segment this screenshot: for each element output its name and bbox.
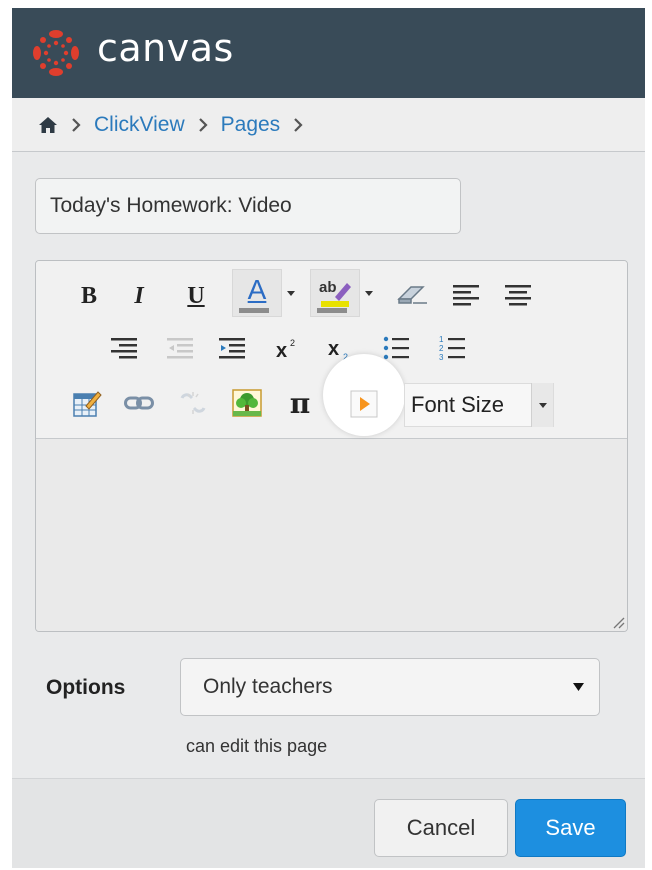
clear-formatting-button[interactable] xyxy=(392,275,432,315)
numbered-list-icon: 123 xyxy=(439,335,465,361)
insert-math-button[interactable]: π xyxy=(282,383,318,423)
unlink-icon xyxy=(180,392,206,414)
font-size-dropdown[interactable]: Font Size xyxy=(404,383,554,427)
indent-button[interactable] xyxy=(214,329,250,367)
background-color-icon: ab xyxy=(319,279,351,307)
svg-text:1: 1 xyxy=(439,335,444,344)
svg-text:ab: ab xyxy=(319,279,337,296)
bold-button[interactable]: B xyxy=(74,279,104,313)
brand-name: canvas xyxy=(97,26,234,70)
caret-down-icon xyxy=(287,290,295,296)
italic-button[interactable]: I xyxy=(124,279,154,313)
align-right-button[interactable] xyxy=(106,329,142,367)
caret-down-icon xyxy=(365,290,373,296)
page-editor-frame: canvas ClickView Pages B I xyxy=(12,8,645,868)
clickview-video-button[interactable] xyxy=(346,386,382,422)
chevron-right-icon xyxy=(70,115,82,135)
italic-icon: I xyxy=(134,282,144,309)
editor-toolbar: B I U A ab x 2 x 2 1 2 3 π Font Size xyxy=(36,261,627,439)
rich-text-editor: B I U A ab x 2 x 2 1 2 3 π Font Size xyxy=(35,260,628,632)
save-button[interactable]: Save xyxy=(515,799,626,857)
underline-icon: U xyxy=(187,282,205,309)
superscript-icon: x 2 xyxy=(276,338,295,361)
align-center-icon xyxy=(505,285,531,306)
breadcrumb: ClickView Pages xyxy=(12,98,645,152)
caret-down-icon xyxy=(563,677,593,697)
indent-icon xyxy=(219,338,245,359)
numbered-list-button[interactable]: 123 xyxy=(434,329,470,367)
align-right-icon xyxy=(111,338,137,359)
eraser-icon xyxy=(397,286,427,304)
edit-table-icon xyxy=(73,391,102,417)
outdent-button[interactable] xyxy=(162,329,198,367)
app-header: canvas xyxy=(12,8,645,98)
background-color-dropdown[interactable] xyxy=(362,273,376,313)
home-icon[interactable] xyxy=(38,116,58,134)
text-color-dropdown[interactable] xyxy=(284,273,298,313)
insert-image-button[interactable] xyxy=(228,383,266,423)
edit-table-button[interactable] xyxy=(68,383,106,423)
cancel-button[interactable]: Cancel xyxy=(374,799,508,857)
insert-link-button[interactable] xyxy=(120,383,158,423)
caret-down-icon xyxy=(538,402,547,408)
align-center-button[interactable] xyxy=(500,275,536,315)
svg-text:2: 2 xyxy=(439,344,444,353)
clickview-play-icon xyxy=(350,390,378,418)
bullet-list-icon xyxy=(383,336,409,360)
svg-text:2: 2 xyxy=(290,338,295,348)
options-selected-value: Only teachers xyxy=(203,675,333,698)
page-title-input[interactable] xyxy=(35,178,461,234)
breadcrumb-item-pages[interactable]: Pages xyxy=(221,113,281,137)
svg-text:x: x xyxy=(276,340,287,361)
chevron-right-icon xyxy=(197,115,209,135)
edit-permissions-select[interactable]: Only teachers xyxy=(180,658,600,716)
outdent-icon xyxy=(167,338,193,359)
form-footer: Cancel Save xyxy=(12,778,645,868)
text-color-button[interactable]: A xyxy=(232,269,282,317)
breadcrumb-item-clickview[interactable]: ClickView xyxy=(94,113,185,137)
background-color-button[interactable]: ab xyxy=(310,269,360,317)
bold-icon: B xyxy=(80,282,97,309)
options-hint: can edit this page xyxy=(186,736,328,756)
link-icon xyxy=(124,396,154,410)
chevron-right-icon xyxy=(292,115,304,135)
resize-handle-icon[interactable] xyxy=(611,615,625,629)
superscript-button[interactable]: x 2 xyxy=(270,329,306,367)
background-color-swatch xyxy=(317,308,347,313)
font-size-label: Font Size xyxy=(411,392,504,417)
text-color-swatch xyxy=(239,308,269,313)
math-pi-icon: π xyxy=(289,386,311,420)
options-label: Options xyxy=(46,676,126,699)
unlink-button[interactable] xyxy=(174,383,212,423)
svg-text:x: x xyxy=(328,338,339,360)
editor-content-area[interactable] xyxy=(36,440,627,631)
text-color-icon: A xyxy=(247,274,267,305)
svg-text:3: 3 xyxy=(439,353,444,361)
underline-button[interactable]: U xyxy=(181,279,211,313)
align-left-button[interactable] xyxy=(448,275,484,315)
font-size-caret xyxy=(531,383,553,427)
align-left-icon xyxy=(453,285,479,306)
image-icon xyxy=(232,389,262,417)
canvas-logo-icon[interactable] xyxy=(30,27,82,79)
